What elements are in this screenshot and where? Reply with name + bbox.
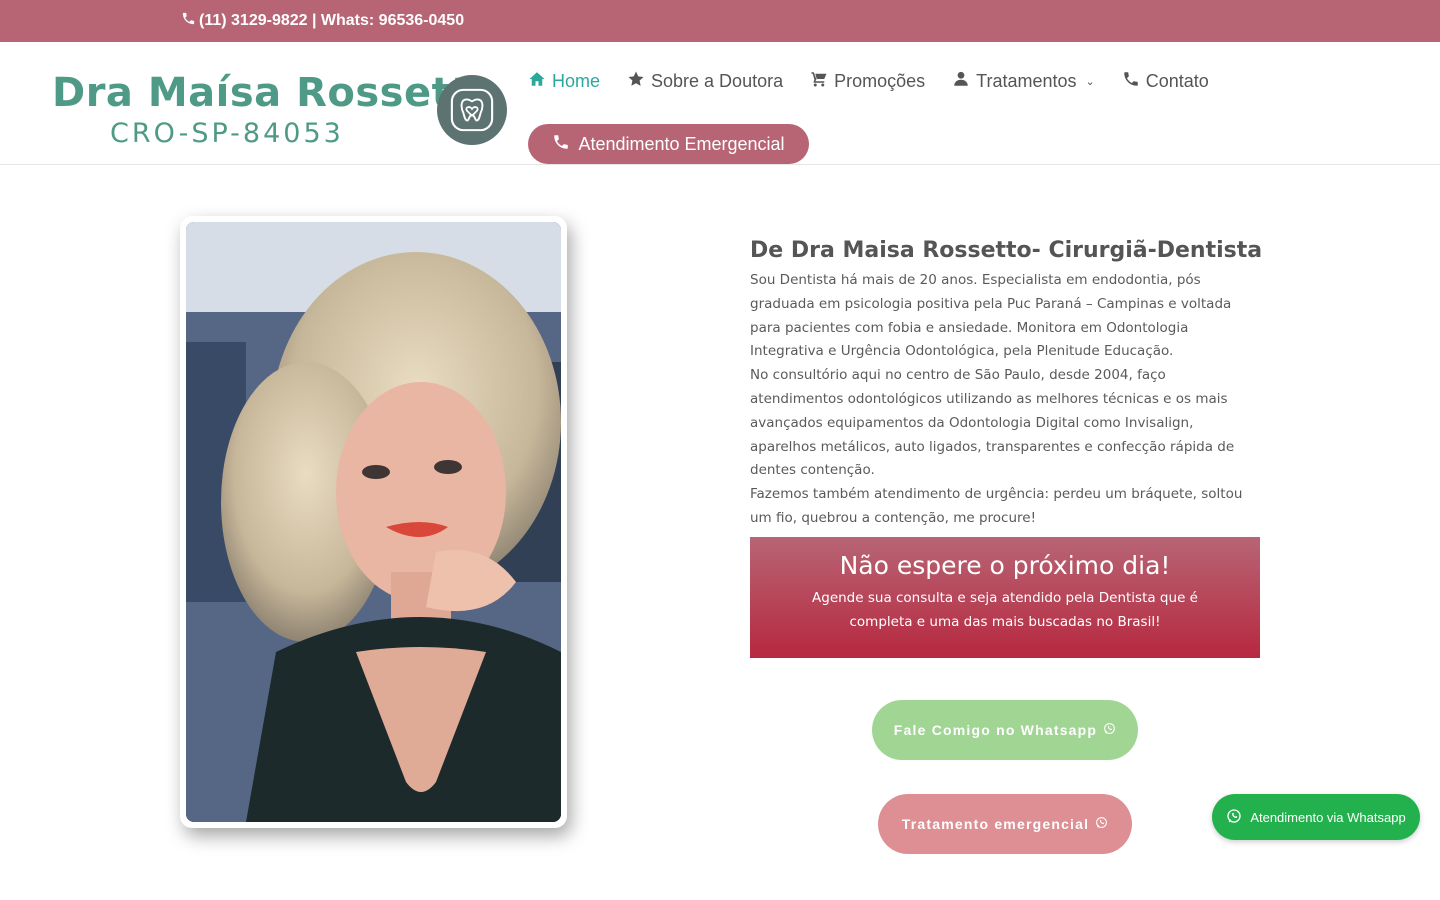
phone-icon [552,133,570,156]
whatsapp-icon [1103,722,1116,738]
cart-icon [810,70,828,93]
nav-item-tratamentos[interactable]: Tratamentos ⌄ [952,70,1095,93]
emergency-nav-button[interactable]: Atendimento Emergencial [528,124,809,164]
about-paragraph: No consultório aqui no centro de São Pau… [750,367,1235,479]
doctor-photo-frame [180,216,567,828]
star-icon [627,70,645,93]
nav-item-label: Home [552,71,601,91]
emergency-button-label: Tratamento emergencial [901,816,1090,832]
nav-item-label: Tratamentos [976,71,1077,91]
nav-item-contato[interactable]: Contato [1122,70,1209,93]
tooth-heart-icon [437,75,507,145]
home-icon [528,70,546,93]
phone-icon [1122,70,1140,93]
about-paragraph: Fazemos também atendimento de urgência: … [750,486,1243,526]
logo-registration: CRO-SP-84053 [110,118,344,149]
emergency-treatment-button[interactable]: Tratamento emergencial [878,794,1132,854]
top-bar: (11) 3129-9822 | Whats: 96536-0450 [0,0,1440,42]
about-paragraph: Sou Dentista há mais de 20 anos. Especia… [750,272,1232,360]
user-icon [952,70,970,93]
cta-text: Agende sua consulta e seja atendido pela… [812,590,1198,630]
nav-item-label: Contato [1145,71,1209,91]
main-nav: Home Sobre a Doutora Promoções Tratament… [528,70,1236,93]
cta-banner: Não espere o próximo dia! Agende sua con… [750,537,1260,658]
floating-whatsapp-button[interactable]: Atendimento via Whatsapp [1212,794,1420,840]
nav-item-promocoes[interactable]: Promoções [810,70,925,93]
logo-name: Dra Maísa Rossetto [52,70,499,116]
whatsapp-icon [1095,816,1108,832]
emergency-nav-label: Atendimento Emergencial [578,133,785,154]
floating-whatsapp-label: Atendimento via Whatsapp [1250,809,1406,825]
chevron-down-icon: ⌄ [1085,76,1095,88]
nav-item-label: Promoções [834,71,926,91]
topbar-contact-text: (11) 3129-9822 | Whats: 96536-0450 [199,12,465,29]
topbar-contact[interactable]: (11) 3129-9822 | Whats: 96536-0450 [181,11,464,31]
cta-title: Não espere o próximo dia! [839,551,1171,580]
doctor-photo [186,222,561,822]
about-title: De Dra Maisa Rossetto- Cirurgiã-Dentista [750,238,1263,263]
whatsapp-contact-button[interactable]: Fale Comigo no Whatsapp [872,700,1138,760]
nav-item-sobre[interactable]: Sobre a Doutora [627,70,783,93]
whatsapp-button-label: Fale Comigo no Whatsapp [893,722,1098,738]
about-text: Sou Dentista há mais de 20 anos. Especia… [750,269,1262,531]
whatsapp-icon [1226,808,1242,827]
nav-item-home[interactable]: Home [528,70,600,93]
phone-icon [181,11,196,31]
nav-item-label: Sobre a Doutora [651,71,784,91]
